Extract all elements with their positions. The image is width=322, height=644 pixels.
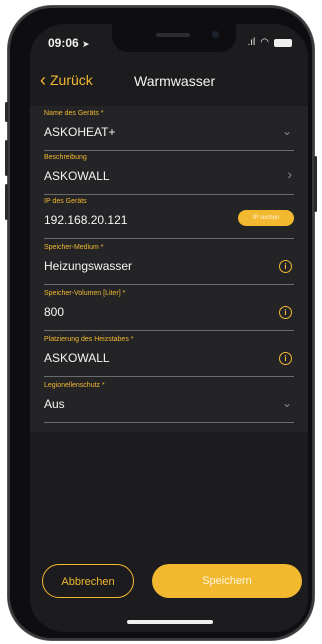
- field-value: ASKOHEAT+: [44, 125, 116, 139]
- device-form: Name des Geräts * ASKOHEAT+ ⌄ Beschreibu…: [30, 106, 308, 432]
- save-button[interactable]: Speichern: [152, 564, 302, 598]
- field-label: Beschreibung: [44, 154, 87, 161]
- field-value: Heizungswasser: [44, 259, 133, 273]
- silent-switch: [5, 102, 8, 122]
- front-camera: [212, 31, 219, 38]
- field-label: Speicher-Volumen [Liter] *: [44, 290, 126, 297]
- wifi-icon: ◠: [260, 37, 269, 48]
- back-label: Zurück: [50, 72, 93, 88]
- info-icon[interactable]: i: [279, 352, 292, 365]
- field-label: Legionellenschutz *: [44, 382, 105, 389]
- volume-up-button: [5, 140, 8, 176]
- ip-field[interactable]: IP des Geräts 192.168.20.121 IP suchen: [44, 198, 294, 239]
- info-icon[interactable]: i: [279, 260, 292, 273]
- heater-placement-field[interactable]: Platzierung des Heizstabes * ASKOWALL i: [44, 336, 294, 377]
- volume-down-button: [5, 184, 8, 220]
- field-value: 192.168.20.121: [44, 213, 128, 227]
- home-indicator: [127, 620, 213, 624]
- notch: [112, 24, 236, 52]
- chevron-down-icon: ⌄: [281, 396, 292, 410]
- signal-icon: .ıl: [247, 37, 256, 48]
- field-value: Aus: [44, 397, 65, 411]
- info-icon[interactable]: i: [279, 306, 292, 319]
- field-value: 800: [44, 305, 65, 319]
- field-label: Platzierung des Heizstabes *: [44, 336, 134, 343]
- chevron-right-icon: ›: [287, 166, 292, 182]
- app-screen: 09:06 ➤ .ıl ◠ ‹ Zurück Warmwasser Name d…: [30, 24, 308, 632]
- chevron-down-icon: ⌄: [281, 124, 292, 138]
- field-value: ASKOWALL: [44, 169, 110, 183]
- status-time: 09:06 ➤: [48, 36, 90, 50]
- field-value: ASKOWALL: [44, 351, 110, 365]
- device-name-field[interactable]: Name des Geräts * ASKOHEAT+ ⌄: [44, 110, 294, 151]
- storage-medium-field[interactable]: Speicher-Medium * Heizungswasser i: [44, 244, 294, 285]
- ip-search-button[interactable]: IP suchen: [238, 210, 294, 226]
- speaker: [156, 33, 190, 37]
- legionella-protection-field[interactable]: Legionellenschutz * Aus ⌄: [44, 382, 294, 423]
- nav-bar: ‹ Zurück Warmwasser: [30, 70, 308, 96]
- phone-frame: 09:06 ➤ .ıl ◠ ‹ Zurück Warmwasser Name d…: [5, 6, 317, 640]
- field-label: IP des Geräts: [44, 198, 87, 205]
- action-bar: Abbrechen Speichern: [30, 564, 308, 600]
- back-button[interactable]: ‹ Zurück: [40, 70, 93, 90]
- page-title: Warmwasser: [134, 73, 216, 89]
- field-label: Speicher-Medium *: [44, 244, 104, 251]
- status-icons: .ıl ◠: [247, 37, 292, 48]
- power-button: [314, 156, 317, 212]
- battery-icon: [274, 38, 292, 47]
- description-field[interactable]: Beschreibung ASKOWALL ›: [44, 154, 294, 195]
- storage-volume-field[interactable]: Speicher-Volumen [Liter] * 800 i: [44, 290, 294, 331]
- cancel-button[interactable]: Abbrechen: [42, 564, 134, 598]
- chevron-left-icon: ‹: [40, 70, 46, 90]
- field-label: Name des Geräts *: [44, 110, 104, 117]
